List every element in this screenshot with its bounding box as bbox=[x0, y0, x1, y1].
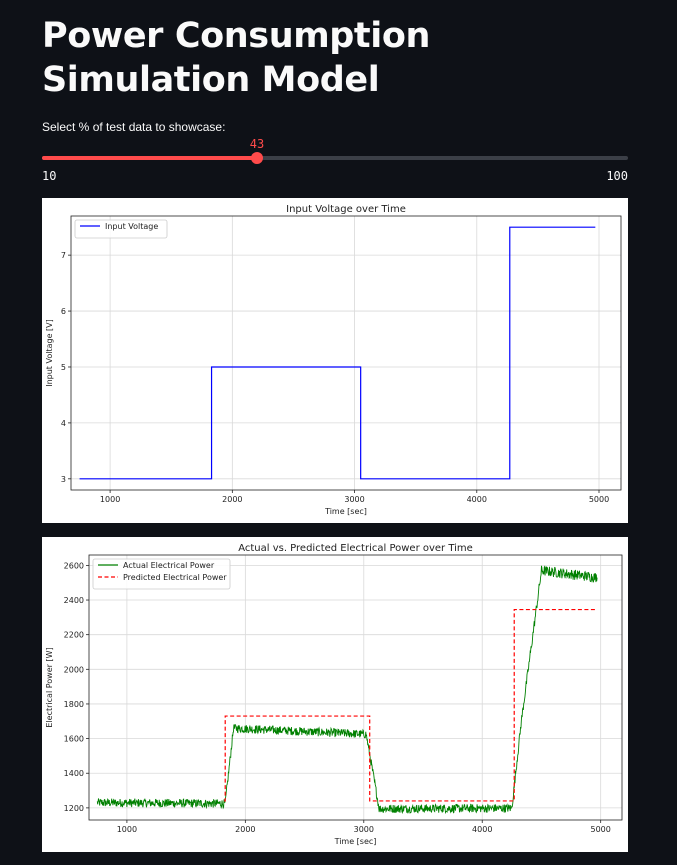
test-data-slider[interactable] bbox=[42, 152, 628, 164]
y-tick-label: 2000 bbox=[64, 665, 84, 674]
input-voltage-chart: 1000 2000 3000 4000 5000 3 4 5 6 7 Input Voltage o… bbox=[42, 198, 628, 523]
series-line-0 bbox=[79, 226, 596, 480]
y-tick-label: 6 bbox=[61, 307, 66, 316]
slider-max-label: 100 bbox=[606, 169, 628, 183]
x-tick-label: 2000 bbox=[222, 495, 242, 504]
x-tick-label: 1000 bbox=[100, 495, 120, 504]
y-tick-label: 7 bbox=[61, 251, 66, 260]
y-tick-label: 3 bbox=[61, 475, 66, 484]
slider-value: 43 bbox=[249, 137, 265, 151]
x-tick-label: 5000 bbox=[591, 825, 611, 834]
y-tick-label: 2400 bbox=[64, 596, 84, 605]
chart-title: Actual vs. Predicted Electrical Power ov… bbox=[238, 543, 473, 554]
series-line-1 bbox=[224, 608, 598, 802]
slider-min-label: 10 bbox=[42, 169, 57, 183]
x-axis-label: Time [sec] bbox=[324, 507, 367, 516]
x-tick-label: 4000 bbox=[467, 495, 487, 504]
x-tick-label: 3000 bbox=[344, 495, 364, 504]
plot-frame bbox=[70, 215, 622, 491]
legend-label-0: Input Voltage bbox=[105, 222, 158, 231]
y-axis-label: Electrical Power [W] bbox=[45, 647, 54, 727]
y-tick-label: 2600 bbox=[64, 561, 84, 570]
y-tick-label: 1800 bbox=[64, 700, 84, 709]
y-tick-label: 4 bbox=[61, 419, 66, 428]
series-line-0 bbox=[96, 565, 598, 815]
y-axis-label: Input Voltage [V] bbox=[45, 319, 54, 387]
y-tick-label: 1200 bbox=[64, 804, 84, 813]
y-tick-label: 2200 bbox=[64, 631, 84, 640]
slider-label: Select % of test data to showcase: bbox=[42, 120, 226, 134]
y-tick-label: 1600 bbox=[64, 735, 84, 744]
x-tick-label: 4000 bbox=[472, 825, 492, 834]
slider-thumb[interactable] bbox=[251, 152, 263, 164]
x-tick-label: 1000 bbox=[117, 825, 137, 834]
plot-frame bbox=[88, 554, 623, 821]
slider-fill bbox=[42, 156, 257, 160]
x-tick-label: 5000 bbox=[589, 495, 609, 504]
x-tick-label: 2000 bbox=[235, 825, 255, 834]
x-tick-label: 3000 bbox=[354, 825, 374, 834]
chart-title: Input Voltage over Time bbox=[286, 204, 406, 215]
page-title: Power Consumption Simulation Model bbox=[42, 16, 431, 100]
legend-label-1: Predicted Electrical Power bbox=[123, 573, 227, 582]
legend-label-0: Actual Electrical Power bbox=[123, 561, 215, 570]
y-tick-label: 1400 bbox=[64, 769, 84, 778]
y-tick-label: 5 bbox=[61, 363, 66, 372]
electrical-power-chart-svg: 1000 2000 3000 4000 5000 1200 1400 1600 1800 2000… bbox=[45, 543, 623, 846]
electrical-power-chart: 1000 2000 3000 4000 5000 1200 1400 1600 1800 2000… bbox=[42, 537, 628, 852]
x-axis-label: Time [sec] bbox=[334, 837, 377, 846]
input-voltage-chart-svg: 1000 2000 3000 4000 5000 3 4 5 6 7 Input Voltage o… bbox=[45, 204, 622, 516]
